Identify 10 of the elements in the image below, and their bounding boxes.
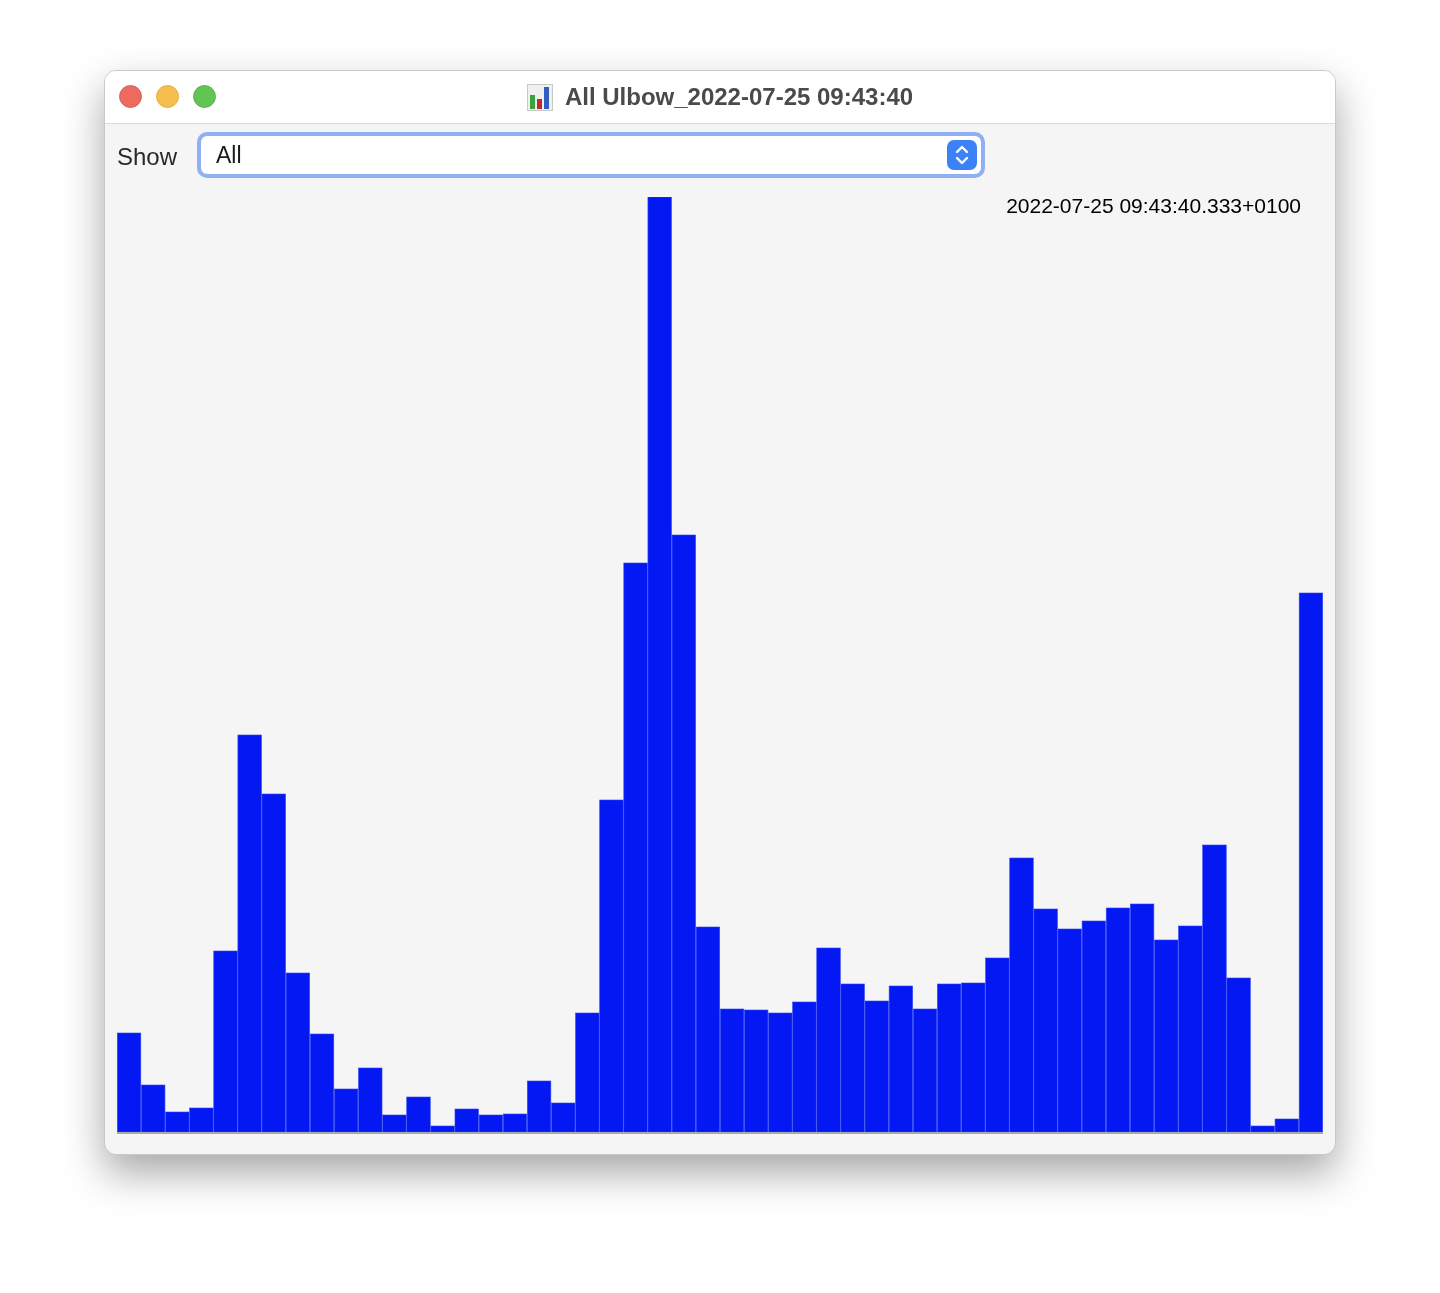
- histogram-bar: [478, 1114, 503, 1133]
- up-down-chevrons-icon: [947, 140, 977, 170]
- show-label: Show: [117, 143, 179, 171]
- window-title: All Ulbow_2022-07-25 09:43:40: [564, 83, 914, 111]
- minimize-icon[interactable]: [156, 85, 179, 108]
- close-icon[interactable]: [119, 85, 142, 108]
- bar-chart-icon: [526, 83, 553, 111]
- show-dropdown[interactable]: All: [197, 132, 985, 178]
- timestamp: 2022-07-25 09:43:40.333+0100: [1006, 194, 1301, 218]
- zoom-icon[interactable]: [193, 85, 216, 108]
